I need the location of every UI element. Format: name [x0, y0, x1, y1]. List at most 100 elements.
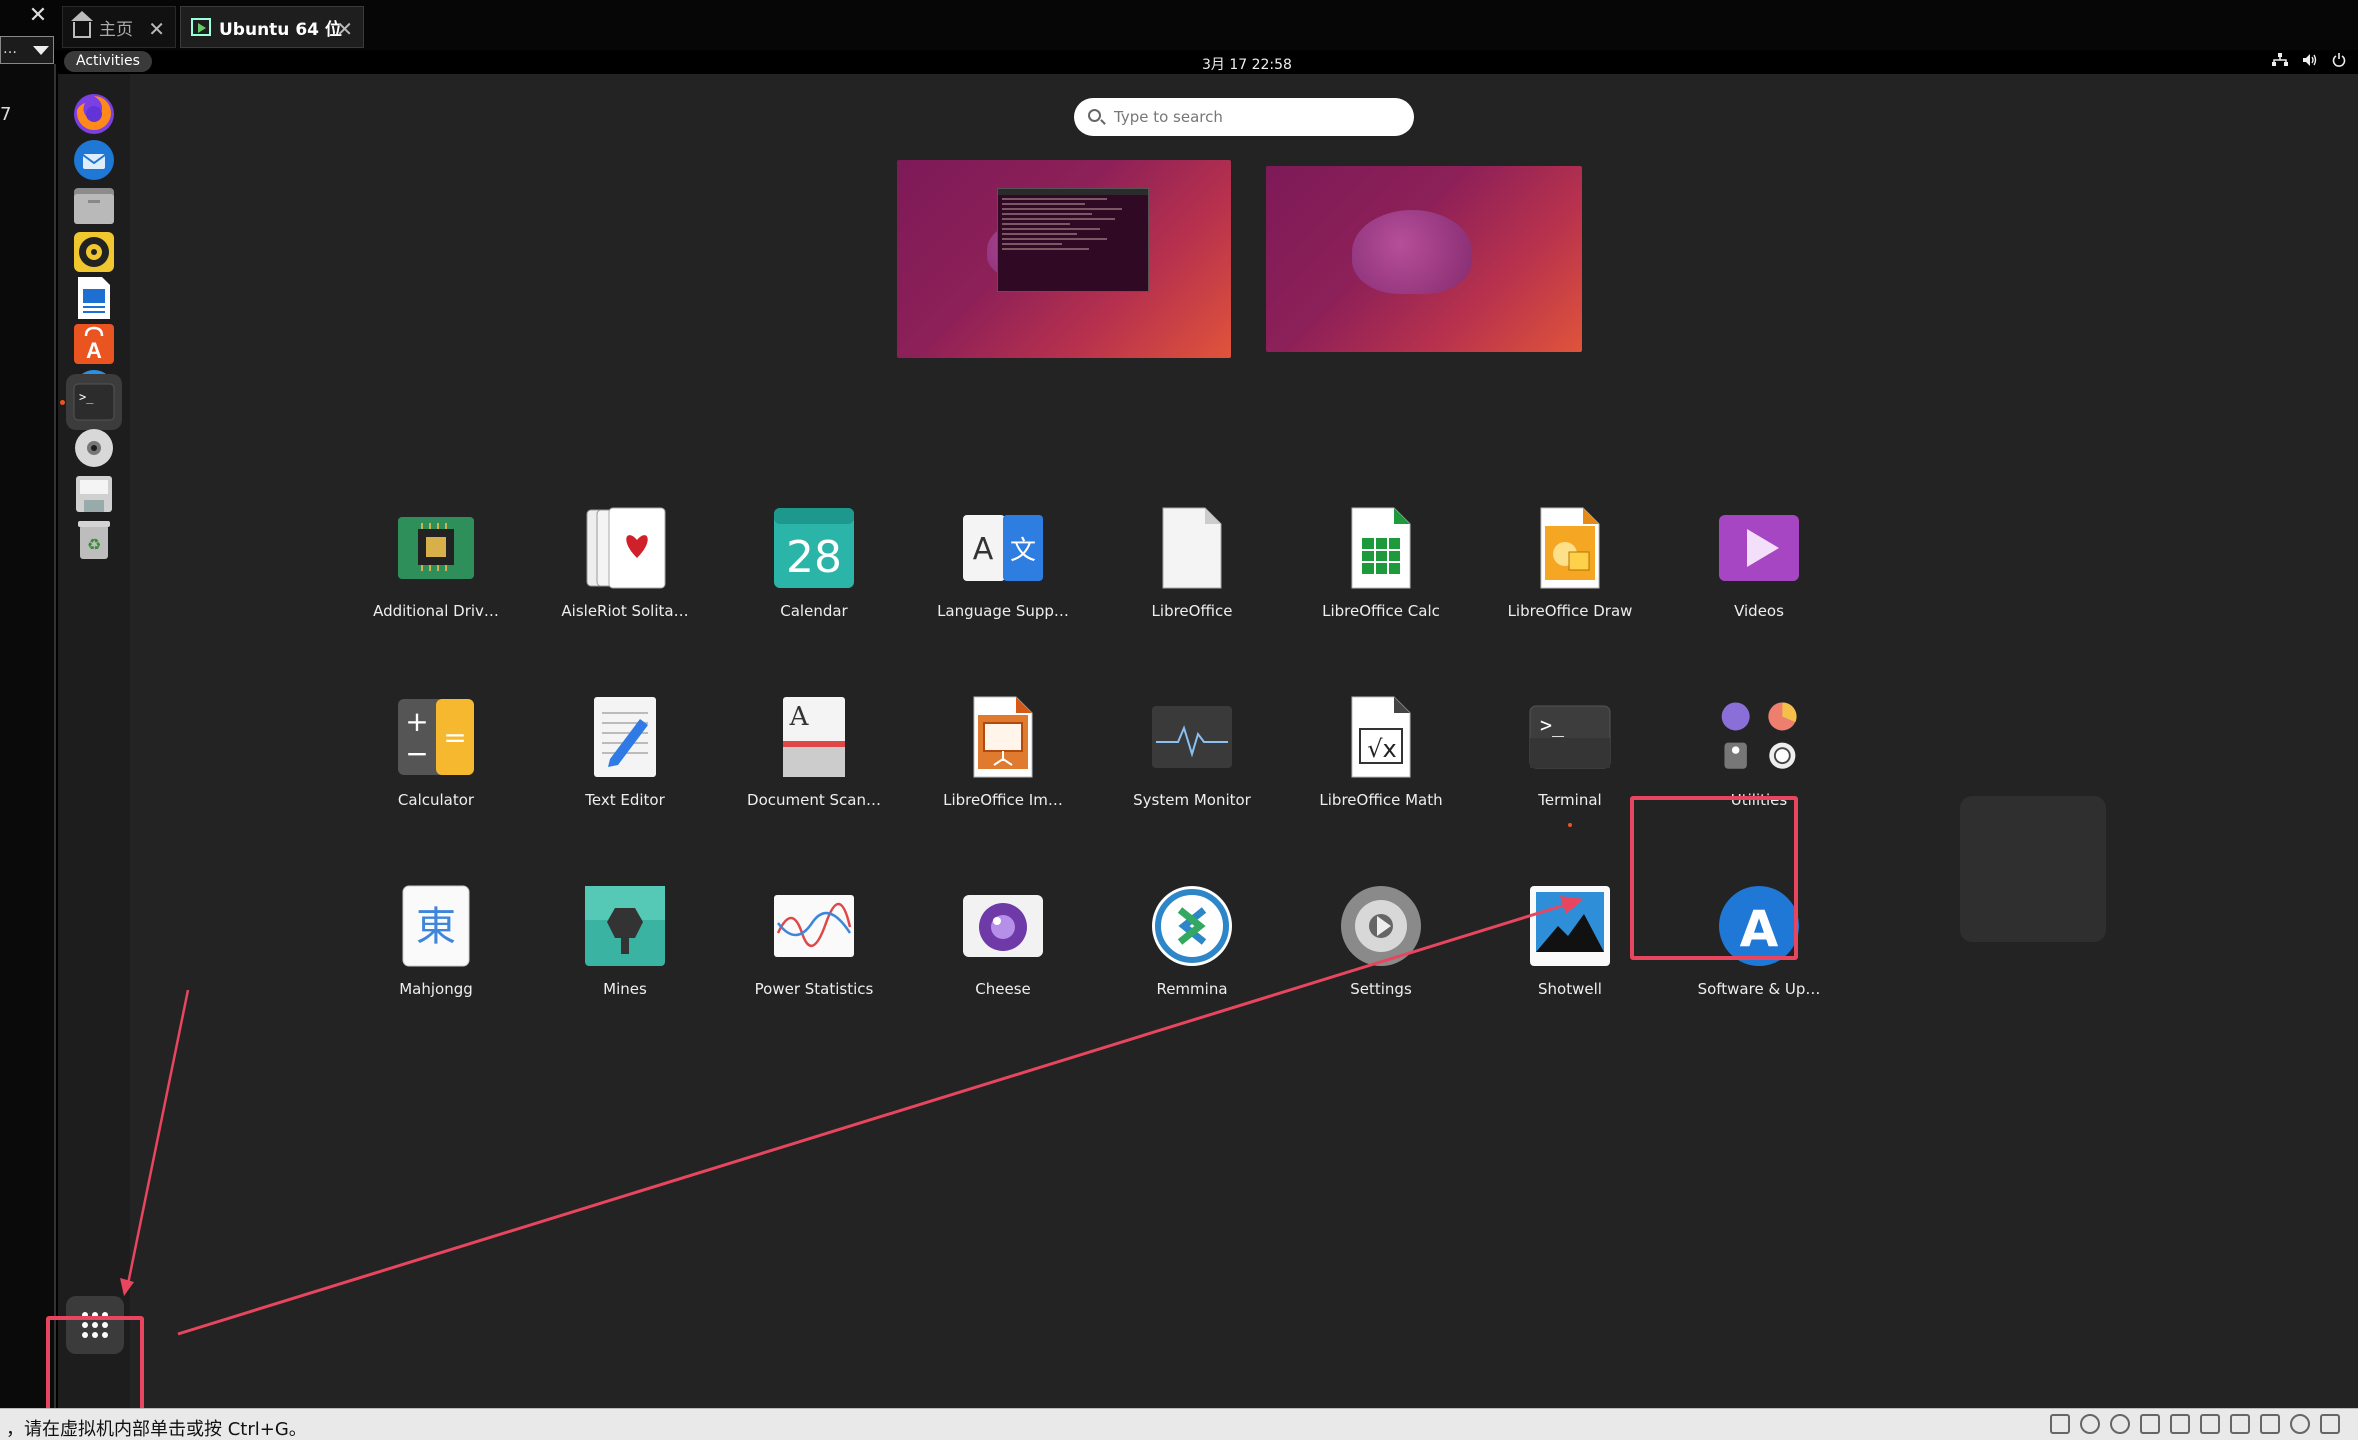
remmina-icon: [1150, 884, 1234, 968]
app-language-supp[interactable]: A 文 Language Supp…: [928, 506, 1078, 620]
app-cheese[interactable]: Cheese: [928, 884, 1078, 998]
svg-text:>_: >_: [79, 390, 94, 404]
terminal-icon: >_: [73, 383, 115, 421]
videos-icon: [1717, 506, 1801, 590]
cdrom-icon[interactable]: [2080, 1414, 2100, 1434]
message-icon[interactable]: [2320, 1414, 2340, 1434]
firefox-icon: [74, 94, 114, 134]
impress-icon: [961, 695, 1045, 779]
app-aisleriot-solita[interactable]: AisleRiot Solita…: [550, 506, 700, 620]
host-dropdown-value: …: [3, 41, 17, 57]
chip-icon: [394, 506, 478, 590]
activities-button[interactable]: Activities: [64, 51, 152, 72]
app-label: Calculator: [397, 791, 475, 809]
highlight-terminal: [1630, 796, 1798, 960]
printer-icon[interactable]: [2230, 1414, 2250, 1434]
dock-trash[interactable]: ♻: [66, 512, 122, 568]
display-icon[interactable]: [2290, 1414, 2310, 1434]
files-icon: [74, 188, 114, 224]
sound-icon[interactable]: [2260, 1414, 2280, 1434]
trash-icon: ♻: [78, 521, 110, 559]
rhythmbox-icon: [74, 232, 114, 272]
close-icon[interactable]: ✕: [148, 17, 165, 41]
cdrom2-icon[interactable]: [2110, 1414, 2130, 1434]
svg-text:A: A: [86, 338, 102, 363]
search-input[interactable]: Type to search: [1074, 98, 1414, 136]
cheese-icon: [961, 884, 1045, 968]
host-tab-ubuntu[interactable]: Ubuntu 64 位 ✕: [180, 6, 364, 48]
app-mahjongg[interactable]: 東 Mahjongg: [361, 884, 511, 998]
utilities-folder-icon: [1717, 695, 1801, 779]
usb-icon[interactable]: [2200, 1414, 2220, 1434]
app-label: Text Editor: [585, 791, 665, 809]
app-videos[interactable]: Videos: [1684, 506, 1834, 620]
floppy-device-icon[interactable]: [2140, 1414, 2160, 1434]
svg-text:+: +: [405, 705, 428, 738]
svg-text:√x: √x: [1367, 735, 1397, 763]
app-text-editor[interactable]: Text Editor: [550, 695, 700, 809]
app-power-statistics[interactable]: Power Statistics: [739, 884, 889, 998]
app-libreoffice-im[interactable]: LibreOffice Im…: [928, 695, 1078, 809]
host-side-mark: 7: [0, 104, 12, 125]
close-icon[interactable]: ✕: [336, 17, 353, 41]
app-label: System Monitor: [1133, 791, 1251, 809]
scanner-icon: A: [772, 695, 856, 779]
svg-text:−: −: [405, 737, 428, 770]
app-label: Terminal: [1538, 791, 1602, 809]
settings-icon: [1339, 884, 1423, 968]
svg-text:=: =: [443, 721, 466, 754]
app-additional-driv[interactable]: Additional Driv…: [361, 506, 511, 620]
app-shotwell[interactable]: Shotwell: [1495, 884, 1645, 998]
app-label: LibreOffice Im…: [943, 791, 1063, 809]
app-label: Remmina: [1156, 980, 1228, 998]
app-mines[interactable]: Mines: [550, 884, 700, 998]
network-device-icon[interactable]: [2170, 1414, 2190, 1434]
vm-icon: [191, 18, 211, 36]
app-libreoffice[interactable]: LibreOffice: [1117, 506, 1267, 620]
app-calculator[interactable]: + − = Calculator: [361, 695, 511, 809]
libreoffice-icon: [1150, 506, 1234, 590]
text-editor-icon: [583, 695, 667, 779]
calculator-icon: + − =: [394, 695, 478, 779]
utilities-folder-bg: [1960, 796, 2106, 942]
workspace-thumbnail-1[interactable]: [897, 160, 1231, 358]
thunderbird-icon: [74, 140, 114, 180]
mines-icon: [583, 884, 667, 968]
home-icon: [71, 11, 93, 38]
running-indicator: [1568, 823, 1572, 827]
math-icon: √x: [1339, 695, 1423, 779]
host-tab-home[interactable]: 主页 ✕: [62, 6, 176, 48]
system-menu[interactable]: [2272, 53, 2346, 71]
app-label: Videos: [1734, 602, 1784, 620]
app-system-monitor[interactable]: System Monitor: [1117, 695, 1267, 809]
running-indicator: [60, 400, 65, 405]
app-label: Language Supp…: [937, 602, 1069, 620]
app-calendar[interactable]: 28 Calendar: [739, 506, 889, 620]
hdd-icon[interactable]: [2050, 1414, 2070, 1434]
app-label: LibreOffice Calc: [1322, 602, 1440, 620]
app-terminal[interactable]: >_ Terminal: [1495, 695, 1645, 827]
app-remmina[interactable]: Remmina: [1117, 884, 1267, 998]
app-label: Shotwell: [1538, 980, 1602, 998]
system-monitor-icon: [1150, 695, 1234, 779]
app-label: Settings: [1350, 980, 1412, 998]
workspace-thumbnail-2[interactable]: [1266, 166, 1582, 352]
app-label: Additional Driv…: [373, 602, 499, 620]
app-libreoffice-math[interactable]: √x LibreOffice Math: [1306, 695, 1456, 809]
app-settings[interactable]: Settings: [1306, 884, 1456, 998]
power-icon: [2332, 53, 2346, 71]
app-utilities[interactable]: Utilities: [1684, 695, 1834, 809]
chevron-down-icon: [33, 46, 49, 55]
workspace-window-terminal[interactable]: [997, 188, 1149, 292]
svg-text:A: A: [789, 702, 810, 732]
app-libreoffice-calc[interactable]: LibreOffice Calc: [1306, 506, 1456, 620]
host-close-icon[interactable]: ✕: [26, 4, 50, 28]
app-label: LibreOffice Math: [1319, 791, 1443, 809]
network-icon: [2272, 53, 2288, 71]
host-status-bar: ，请在虚拟机内部单击或按 Ctrl+G。: [0, 1408, 2358, 1440]
clock[interactable]: 3月 17 22:58: [1202, 54, 1292, 74]
host-dropdown[interactable]: …: [0, 36, 54, 64]
app-document-scan[interactable]: A Document Scan…: [739, 695, 889, 809]
app-libreoffice-draw[interactable]: LibreOffice Draw: [1495, 506, 1645, 620]
disc-icon: [75, 429, 113, 467]
